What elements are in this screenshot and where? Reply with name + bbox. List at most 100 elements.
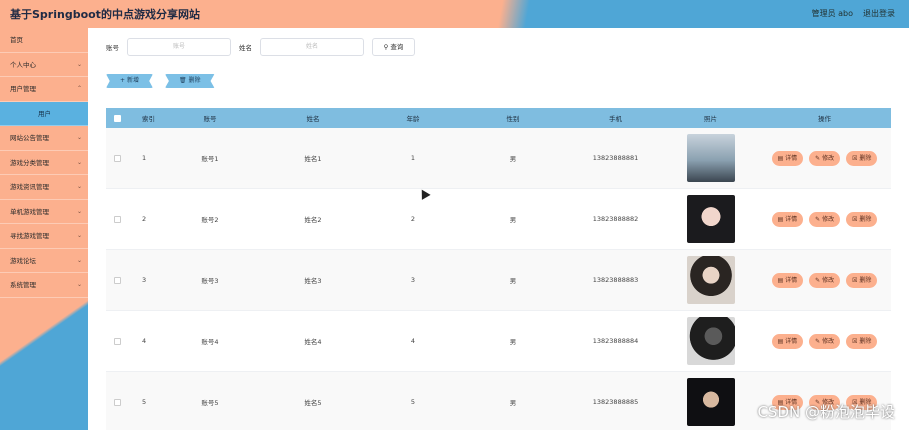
user-photo	[686, 134, 735, 182]
cell-account: 账号3	[201, 277, 219, 285]
query-button[interactable]: ⚲ 查询	[372, 38, 415, 56]
row-checkbox[interactable]	[113, 154, 121, 162]
cell-account: 账号2	[201, 216, 219, 224]
sidebar-item-user-management[interactable]: 用户管理 ⌃	[0, 77, 88, 102]
cell-sex: 男	[509, 155, 517, 163]
cell-index: 4	[142, 337, 147, 345]
cell-sex: 男	[509, 216, 517, 224]
detail-button[interactable]: ▤ 详情	[771, 150, 804, 166]
sidebar-item-notice-management[interactable]: 网站公告管理 ⌄	[0, 126, 88, 151]
detail-button-label: 详情	[785, 154, 798, 162]
delete-button-label: 删除	[859, 215, 872, 223]
row-checkbox[interactable]	[113, 215, 121, 223]
sidebar-item-news-management[interactable]: 游戏资讯管理 ⌄	[0, 175, 88, 200]
user-photo	[686, 317, 735, 365]
user-photo	[686, 378, 735, 426]
document-icon: ▤	[777, 276, 786, 284]
sidebar-item-find-game-management[interactable]: 寻找游戏管理 ⌄	[0, 224, 88, 249]
cell-sex: 男	[509, 399, 517, 407]
search-bar: 账号 账号 姓名 姓名 ⚲ 查询	[106, 38, 415, 56]
logout-link[interactable]: 退出登录	[863, 8, 895, 19]
delete-button[interactable]: ☒ 删除	[846, 333, 878, 349]
row-checkbox[interactable]	[113, 398, 121, 406]
sidebar-item-category-management[interactable]: 游戏分类管理 ⌄	[0, 151, 88, 175]
add-button[interactable]: + 新增	[106, 74, 153, 88]
add-button-label: 新增	[126, 77, 139, 84]
edit-button[interactable]: ✎ 修改	[809, 211, 841, 227]
edit-button[interactable]: ✎ 修改	[809, 150, 841, 166]
detail-button-label: 详情	[785, 276, 798, 284]
sidebar-item-forum[interactable]: 游戏论坛 ⌄	[0, 249, 88, 273]
chevron-down-icon: ⌄	[76, 207, 82, 215]
sidebar-subitem-user[interactable]: 用户	[0, 101, 88, 126]
sidebar-item-label: 系统管理	[10, 281, 36, 289]
edit-button-label: 修改	[822, 276, 835, 284]
sidebar-item-label: 游戏分类管理	[10, 158, 49, 167]
chevron-down-icon: ⌄	[76, 183, 82, 190]
site-title: 基于Springboot的中点游戏分享网站	[10, 8, 200, 21]
cell-name: 姓名4	[304, 338, 322, 346]
detail-button-label: 详情	[785, 337, 798, 345]
sidebar-item-label: 游戏资讯管理	[10, 183, 49, 191]
cell-index: 5	[142, 398, 147, 406]
name-search-input[interactable]: 姓名	[260, 38, 364, 56]
cell-name: 姓名2	[304, 216, 322, 224]
row-checkbox[interactable]	[113, 337, 121, 345]
chevron-down-icon: ⌄	[76, 134, 82, 141]
cell-phone: 13823888882	[592, 215, 639, 223]
chevron-down-icon: ⌄	[76, 281, 82, 288]
chevron-down-icon: ⌄	[76, 232, 82, 239]
sidebar-item-label: 首页	[10, 36, 23, 44]
cell-age: 3	[410, 276, 416, 284]
query-button-label: 查询	[390, 43, 404, 51]
cell-phone: 13823888883	[592, 276, 639, 284]
user-photo	[686, 256, 735, 304]
cell-age: 4	[410, 337, 416, 345]
header-user-area: 管理员 abo 退出登录	[812, 8, 895, 19]
edit-button[interactable]: ✎ 修改	[809, 333, 841, 349]
chevron-down-icon: ⌄	[76, 158, 82, 166]
delete-button[interactable]: ☒ 删除	[846, 211, 878, 227]
edit-button-label: 修改	[822, 154, 835, 162]
select-all-checkbox[interactable]	[113, 114, 121, 122]
sidebar-item-personal-center[interactable]: 个人中心 ⌄	[0, 53, 88, 77]
cell-age: 2	[410, 215, 416, 223]
table-row: 3 账号3 姓名3 3 男 13823888883 ▤ 详情 ✎ 修改 ☒ 删除	[106, 250, 891, 311]
col-header-name: 姓名	[306, 115, 320, 123]
batch-delete-button[interactable]: 🗑 删除	[164, 74, 215, 88]
cell-age: 5	[410, 398, 416, 406]
sidebar-item-label: 用户管理	[10, 85, 36, 93]
sidebar-item-system-management[interactable]: 系统管理 ⌄	[0, 273, 88, 298]
delete-button[interactable]: ☒ 删除	[846, 150, 878, 166]
account-search-label: 账号	[106, 44, 119, 52]
account-search-input[interactable]: 账号	[127, 38, 231, 56]
current-user-label[interactable]: 管理员 abo	[812, 8, 853, 19]
cell-account: 账号4	[201, 338, 219, 346]
detail-button-label: 详情	[785, 215, 798, 223]
col-header-ops: 操作	[818, 115, 831, 123]
detail-button[interactable]: ▤ 详情	[771, 333, 804, 349]
document-icon: ▤	[777, 215, 786, 223]
delete-button-label: 删除	[859, 276, 872, 284]
edit-button[interactable]: ✎ 修改	[809, 272, 841, 288]
app-root: 基于Springboot的中点游戏分享网站 管理员 abo 退出登录 首页 个人…	[0, 0, 909, 430]
cell-index: 1	[142, 154, 147, 162]
sidebar-item-label: 网站公告管理	[10, 134, 49, 142]
cell-sex: 男	[509, 338, 517, 346]
top-header: 基于Springboot的中点游戏分享网站 管理员 abo 退出登录	[0, 0, 909, 28]
chevron-down-icon: ⌄	[76, 256, 82, 264]
detail-button[interactable]: ▤ 详情	[771, 211, 804, 227]
delete-button[interactable]: ☒ 删除	[846, 272, 878, 288]
watermark: CSDN @粉泡泡毕设	[757, 403, 895, 421]
detail-button[interactable]: ▤ 详情	[771, 272, 804, 288]
row-checkbox[interactable]	[113, 276, 121, 284]
sidebar-item-label: 单机游戏管理	[10, 207, 49, 216]
table-actions: + 新增 🗑 删除	[106, 74, 215, 88]
sidebar-item-home[interactable]: 首页	[0, 28, 88, 53]
sidebar-item-single-game-management[interactable]: 单机游戏管理 ⌄	[0, 200, 88, 224]
cell-phone: 13823888884	[592, 337, 639, 345]
col-header-phone: 手机	[609, 115, 622, 123]
user-photo	[686, 195, 735, 243]
edit-button-label: 修改	[822, 215, 835, 223]
table-header: 索引 账号 姓名 年龄 性别 手机 照片 操作	[106, 108, 891, 128]
